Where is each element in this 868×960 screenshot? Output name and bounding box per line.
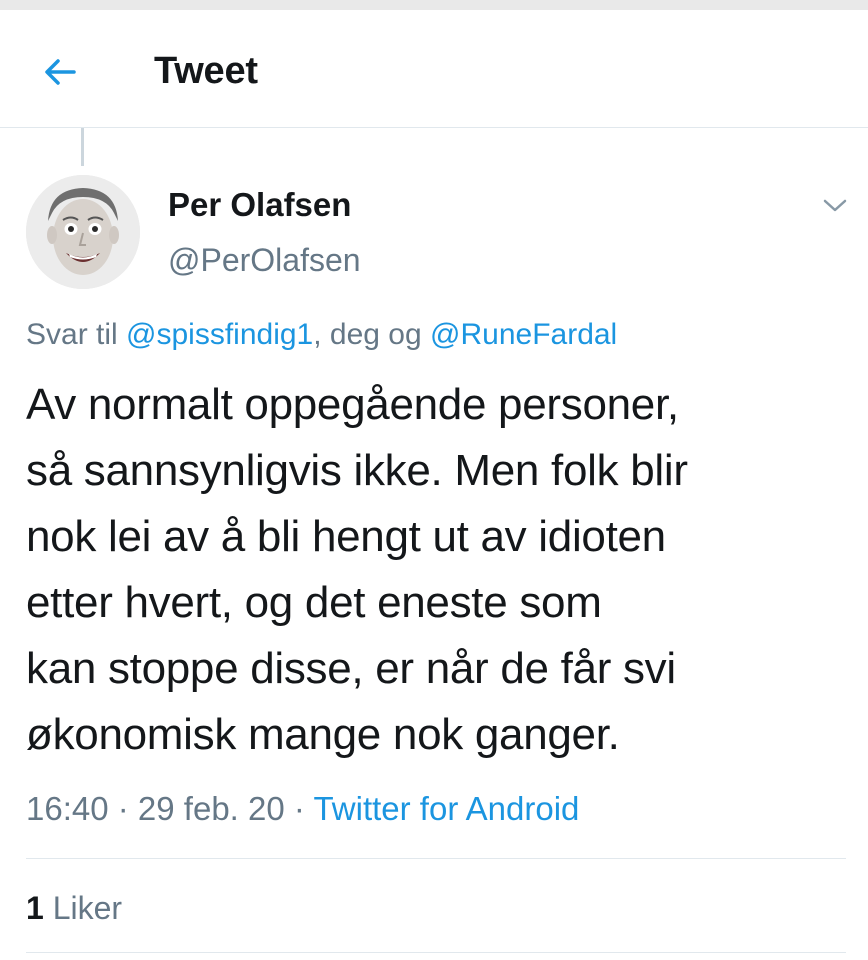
meta-separator: · [284,790,314,827]
thread-connector-line [81,128,84,166]
tweet-text-line: så sannsynligvis ikke. Men folk blir [26,446,688,495]
reply-prefix: Svar til [26,318,127,351]
tweet-menu-button[interactable] [818,192,852,220]
status-bar-strip [0,0,868,10]
tweet-time: 16:40 [26,790,109,827]
likes-link[interactable]: 1 Liker [26,890,122,927]
reply-middle: , deg og [313,318,431,351]
mention-link[interactable]: @spissfindig1 [126,318,313,351]
avatar-photo-icon [26,175,140,289]
header: Tweet [0,10,868,128]
page-title: Tweet [154,50,258,92]
likes-label: Liker [43,890,123,926]
likes-count: 1 [26,890,44,926]
tweet-date: 29 feb. 20 [137,790,285,827]
divider [26,952,846,953]
arrow-left-icon [45,59,76,85]
tweet-meta: 16:40 · 29 feb. 20 · Twitter for Android [26,790,579,828]
tweet-text-line: økonomisk mange nok ganger. [26,710,620,759]
meta-separator: · [108,790,138,827]
reply-context: Svar til @spissfindig1, deg og @RuneFard… [26,318,856,352]
author-name[interactable]: Per Olafsen [168,186,351,224]
mention-link[interactable]: @RuneFardal [430,318,617,351]
tweet-text-line: Av normalt oppegående personer, [26,380,679,429]
divider [26,858,846,859]
tweet-text: Av normalt oppegående personer, så sanns… [26,372,861,768]
avatar[interactable] [26,175,140,289]
chevron-down-icon [823,199,847,212]
tweet-text-line: kan stoppe disse, er når de får svi [26,644,676,693]
tweet-source-link[interactable]: Twitter for Android [313,790,579,827]
author-handle[interactable]: @PerOlafsen [168,242,361,279]
back-button[interactable] [36,50,84,94]
tweet-text-line: etter hvert, og det eneste som [26,578,602,627]
tweet-text-line: nok lei av å bli hengt ut av idioten [26,512,666,561]
